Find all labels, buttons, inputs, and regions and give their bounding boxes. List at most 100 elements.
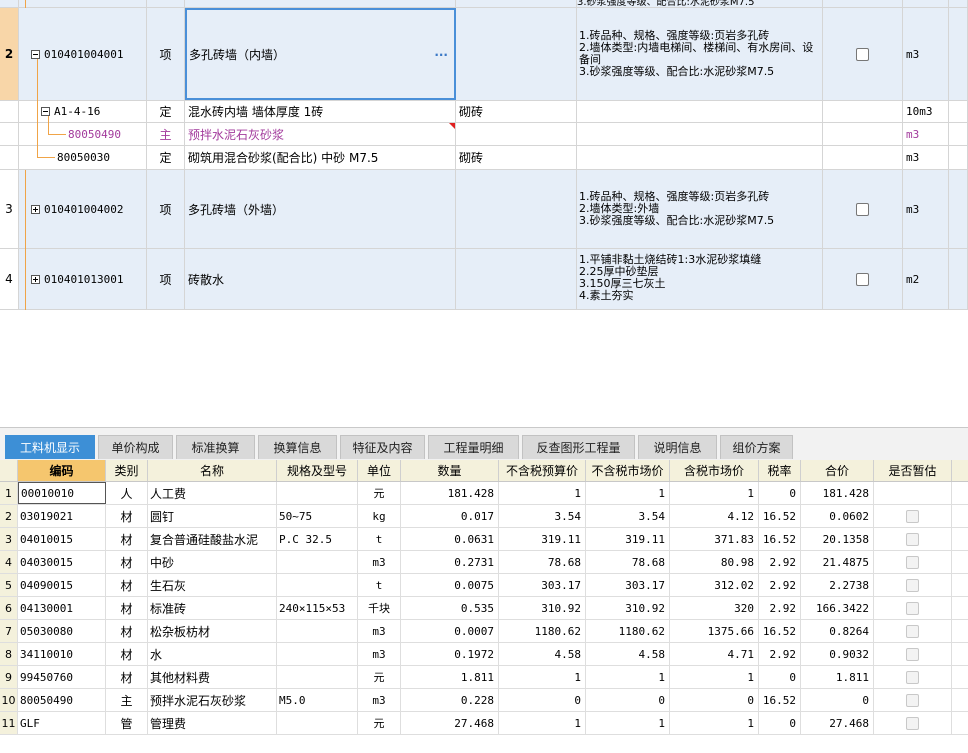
resource-quantity[interactable]: 0.228 [401, 689, 499, 711]
header-spec[interactable]: 规格及型号 [277, 460, 358, 481]
resource-category[interactable]: 材 [106, 643, 148, 665]
resource-tax-rate[interactable]: 0 [759, 666, 801, 688]
resource-category[interactable]: 材 [106, 528, 148, 550]
tab-features-content[interactable]: 特征及内容 [340, 435, 425, 459]
resource-quantity[interactable]: 27.468 [401, 712, 499, 734]
resource-taxed-price[interactable]: 4.12 [670, 505, 759, 527]
table-row[interactable]: 9 99450760 材其他材料费元 1.811 1 1 1 0 1.811 [0, 666, 968, 689]
resource-total[interactable]: 1.811 [801, 666, 874, 688]
resource-unit[interactable]: 元 [358, 712, 401, 734]
provisional-checkbox[interactable] [906, 509, 919, 523]
bill-item-row[interactable]: 3 010401004002 项 多孔砖墙（外墙） 1.砖品种、规格、强度等级:… [0, 170, 968, 249]
resource-category[interactable]: 材 [106, 620, 148, 642]
resource-spec[interactable] [277, 666, 358, 688]
item-name[interactable]: 多孔砖墙（外墙） [185, 170, 456, 248]
resource-total[interactable]: 27.468 [801, 712, 874, 734]
resource-unit[interactable]: t [358, 528, 401, 550]
resource-total[interactable]: 0.9032 [801, 643, 874, 665]
resource-spec[interactable]: M5.0 [277, 689, 358, 711]
resource-taxed-price[interactable]: 1 [670, 482, 759, 504]
resource-budget-price[interactable]: 1 [499, 666, 586, 688]
resource-spec[interactable]: P.C 32.5 [277, 528, 358, 550]
resource-category[interactable]: 材 [106, 666, 148, 688]
resource-taxed-price[interactable]: 320 [670, 597, 759, 619]
resource-quantity[interactable]: 1.811 [401, 666, 499, 688]
resource-category[interactable]: 管 [106, 712, 148, 734]
resource-spec[interactable]: 50~75 [277, 505, 358, 527]
resource-budget-price[interactable]: 4.58 [499, 643, 586, 665]
resource-total[interactable]: 0.8264 [801, 620, 874, 642]
table-row[interactable]: 2 03019021 材圆钉 50~75 kg 0.017 3.54 3.54 4.12 16.5… [0, 505, 968, 528]
resource-tax-rate[interactable]: 16.52 [759, 689, 801, 711]
provisional-checkbox[interactable] [906, 670, 919, 684]
provisional-checkbox[interactable] [906, 716, 919, 730]
resource-name[interactable]: 管理费 [148, 712, 277, 734]
header-name[interactable]: 名称 [148, 460, 277, 481]
tab-standard-conversion[interactable]: 标准换算 [176, 435, 255, 459]
resource-taxed-price[interactable]: 371.83 [670, 528, 759, 550]
resource-budget-price[interactable]: 0 [499, 689, 586, 711]
resource-total[interactable]: 20.1358 [801, 528, 874, 550]
table-row[interactable]: 8 34110010 材水 m3 0.1972 4.58 4.58 4.71 2.92 0.903… [0, 643, 968, 666]
resource-code[interactable]: 04130001 [18, 597, 106, 619]
resource-quantity[interactable]: 0.0075 [401, 574, 499, 596]
bill-item-row[interactable]: 2 010401004001 项 多孔砖墙（内墙） ··· 1.砖品种、规格、强… [0, 8, 968, 101]
estimate-checkbox[interactable] [856, 272, 869, 286]
resource-market-price[interactable]: 1 [586, 712, 670, 734]
resource-name[interactable]: 中砂 [148, 551, 277, 573]
table-row[interactable]: 4 04030015 材中砂 m3 0.2731 78.68 78.68 80.98 2.92 2… [0, 551, 968, 574]
header-quantity[interactable]: 数量 [401, 460, 499, 481]
resource-budget-price[interactable]: 1 [499, 482, 586, 504]
resource-taxed-price[interactable]: 1 [670, 712, 759, 734]
resource-tax-rate[interactable]: 16.52 [759, 620, 801, 642]
header-budget-price[interactable]: 不含税预算价 [499, 460, 586, 481]
resource-spec[interactable] [277, 643, 358, 665]
quota-row[interactable]: A1-4-16 定 混水砖内墙 墙体厚度 1砖 砌砖 10m3 [0, 101, 968, 123]
resource-unit[interactable]: m3 [358, 689, 401, 711]
collapse-icon[interactable] [31, 49, 40, 59]
resource-quantity[interactable]: 0.2731 [401, 551, 499, 573]
resource-quantity[interactable]: 0.0631 [401, 528, 499, 550]
resource-total[interactable]: 21.4875 [801, 551, 874, 573]
provisional-checkbox[interactable] [906, 578, 919, 592]
resource-unit[interactable]: kg [358, 505, 401, 527]
resource-spec[interactable] [277, 482, 358, 504]
resource-name[interactable]: 人工费 [148, 482, 277, 504]
header-tax-rate[interactable]: 税率 [759, 460, 801, 481]
resource-tax-rate[interactable]: 16.52 [759, 505, 801, 527]
resource-total[interactable]: 0 [801, 689, 874, 711]
provisional-checkbox[interactable] [906, 647, 919, 661]
resource-unit[interactable]: 千块 [358, 597, 401, 619]
resource-tax-rate[interactable]: 0 [759, 482, 801, 504]
resource-unit[interactable]: t [358, 574, 401, 596]
resource-taxed-price[interactable]: 1 [670, 666, 759, 688]
resource-code[interactable]: 99450760 [18, 666, 106, 688]
resource-code[interactable]: 34110010 [18, 643, 106, 665]
resource-taxed-price[interactable]: 4.71 [670, 643, 759, 665]
header-total[interactable]: 合价 [801, 460, 874, 481]
resource-name[interactable]: 松杂板枋材 [148, 620, 277, 642]
resource-market-price[interactable]: 3.54 [586, 505, 670, 527]
resource-taxed-price[interactable]: 80.98 [670, 551, 759, 573]
resource-unit[interactable]: m3 [358, 620, 401, 642]
tab-description[interactable]: 说明信息 [638, 435, 717, 459]
table-row[interactable]: 10 80050490 主预拌水泥石灰砂浆 M5.0 m3 0.228 0 0 0 16.52 0 [0, 689, 968, 712]
resource-tax-rate[interactable]: 16.52 [759, 528, 801, 550]
resource-unit[interactable]: 元 [358, 666, 401, 688]
resource-market-price[interactable]: 78.68 [586, 551, 670, 573]
header-code[interactable]: 编码 [18, 460, 106, 481]
tab-graphic-quantity[interactable]: 反查图形工程量 [522, 435, 635, 459]
material-row[interactable]: 80050490 主 预拌水泥石灰砂浆 m3 [0, 123, 968, 146]
resource-name[interactable]: 生石灰 [148, 574, 277, 596]
resource-tax-rate[interactable]: 0 [759, 712, 801, 734]
resource-code[interactable]: 03019021 [18, 505, 106, 527]
resource-category[interactable]: 人 [106, 482, 148, 504]
provisional-checkbox[interactable] [906, 693, 919, 707]
resource-tax-rate[interactable]: 2.92 [759, 574, 801, 596]
expand-icon[interactable] [31, 274, 40, 284]
resource-name[interactable]: 其他材料费 [148, 666, 277, 688]
resource-name[interactable]: 复合普通硅酸盐水泥 [148, 528, 277, 550]
estimate-checkbox[interactable] [856, 47, 869, 61]
header-unit[interactable]: 单位 [358, 460, 401, 481]
resource-name[interactable]: 标准砖 [148, 597, 277, 619]
